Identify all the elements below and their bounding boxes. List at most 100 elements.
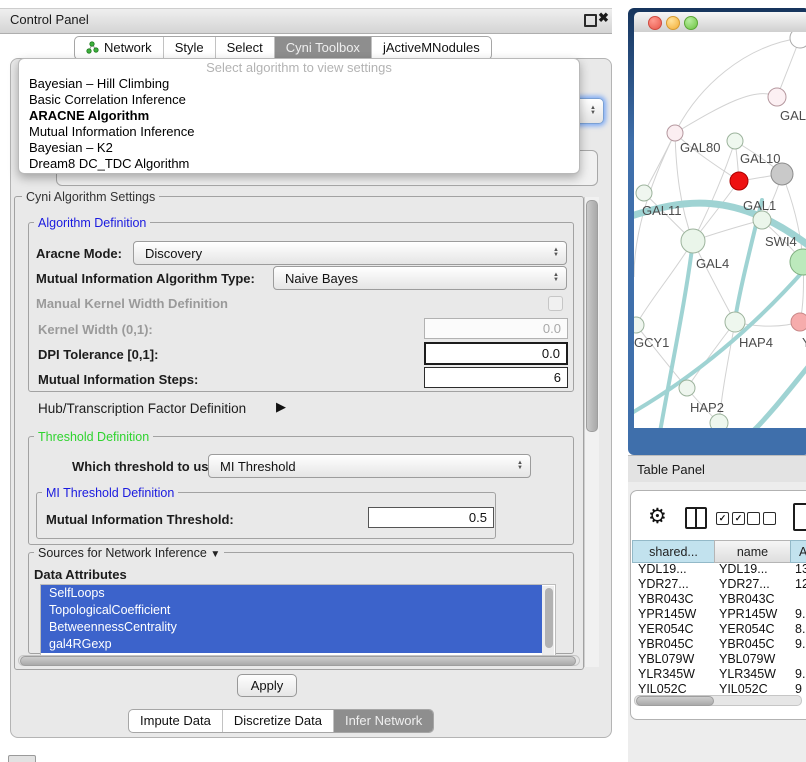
tab-style[interactable]: Style bbox=[164, 37, 216, 59]
network-node-label: Y bbox=[802, 335, 806, 350]
column-header-name[interactable]: name bbox=[714, 540, 791, 563]
collapsed-panel-icon[interactable] bbox=[8, 755, 36, 762]
network-node[interactable] bbox=[768, 88, 786, 106]
network-node[interactable] bbox=[753, 211, 771, 229]
settings-horizontal-scrollbar[interactable] bbox=[18, 655, 580, 666]
aracne-mode-combo[interactable]: Discovery ▲▼ bbox=[133, 241, 567, 265]
table-row[interactable]: YLR345WYLR345W9. bbox=[632, 667, 806, 682]
column-header-partial[interactable]: A bbox=[790, 540, 806, 563]
tab-style-label: Style bbox=[175, 40, 204, 55]
network-node[interactable] bbox=[790, 32, 806, 48]
column-header-shared-name[interactable]: shared... bbox=[632, 540, 715, 563]
tab-impute-data[interactable]: Impute Data bbox=[129, 710, 223, 732]
table-cell: YBL079W bbox=[713, 652, 789, 667]
table-row[interactable]: YPR145WYPR145W9. bbox=[632, 607, 806, 622]
settings-vertical-scrollbar-thumb[interactable] bbox=[586, 200, 598, 432]
new-table-icon[interactable] bbox=[793, 503, 806, 531]
mi-algorithm-type-combo[interactable]: Naive Bayes ▲▼ bbox=[273, 266, 567, 290]
manual-kernel-checkbox[interactable] bbox=[548, 296, 563, 311]
table-row[interactable]: YDL19...YDL19...13 bbox=[632, 562, 806, 577]
table-horizontal-scrollbar[interactable] bbox=[634, 695, 802, 706]
network-node[interactable] bbox=[634, 317, 644, 333]
attributes-list-scrollbar-thumb[interactable] bbox=[545, 588, 553, 648]
expand-right-icon[interactable]: ▶ bbox=[276, 399, 286, 415]
dropdown-item[interactable]: Bayesian – Hill Climbing bbox=[19, 76, 579, 92]
close-icon[interactable]: ✖ bbox=[598, 10, 609, 26]
deselect-all-icon[interactable] bbox=[747, 512, 776, 525]
sources-title[interactable]: Sources for Network Inference ▼ bbox=[34, 546, 224, 560]
table-horizontal-scrollbar-thumb[interactable] bbox=[636, 696, 714, 706]
settings-horizontal-scrollbar-thumb[interactable] bbox=[20, 656, 576, 666]
network-window-titlebar[interactable] bbox=[634, 12, 806, 33]
attribute-list-item[interactable]: TopologicalCoefficient bbox=[41, 602, 542, 619]
dropdown-item[interactable]: ARACNE Algorithm bbox=[19, 108, 579, 124]
table-row[interactable]: YBR043CYBR043C bbox=[632, 592, 806, 607]
hub-definition-label[interactable]: Hub/Transcription Factor Definition bbox=[38, 401, 246, 416]
tab-select[interactable]: Select bbox=[216, 37, 275, 59]
checked-box-icon: ✓ bbox=[716, 512, 729, 525]
float-window-icon[interactable] bbox=[584, 14, 597, 27]
table-cell: YDL19... bbox=[713, 562, 789, 577]
mac-minimize-button[interactable] bbox=[666, 16, 680, 30]
mi-steps-field[interactable]: 6 bbox=[424, 367, 568, 388]
dropdown-item[interactable]: Basic Correlation Inference bbox=[19, 92, 579, 108]
mac-close-button[interactable] bbox=[648, 16, 662, 30]
table-row[interactable]: YDR27...YDR27...12 bbox=[632, 577, 806, 592]
mi-algorithm-type-label: Mutual Information Algorithm Type: bbox=[36, 271, 255, 286]
network-node[interactable] bbox=[725, 312, 745, 332]
tab-discretize-data[interactable]: Discretize Data bbox=[223, 710, 334, 732]
dropdown-item[interactable]: Mutual Information Inference bbox=[19, 124, 579, 140]
table-cell: YBR045C bbox=[713, 637, 789, 652]
data-attributes-list[interactable]: SelfLoopsTopologicalCoefficientBetweenne… bbox=[40, 584, 556, 658]
apply-button[interactable]: Apply bbox=[237, 674, 297, 697]
table-cell: YIL052C bbox=[713, 682, 789, 693]
dropdown-item[interactable]: Bayesian – K2 bbox=[19, 140, 579, 156]
tab-infer-network[interactable]: Infer Network bbox=[334, 710, 433, 732]
network-node[interactable] bbox=[727, 133, 743, 149]
node-table-rows[interactable]: YDL19...YDL19...13YDR27...YDR27...12YBR0… bbox=[632, 562, 806, 693]
network-node[interactable] bbox=[771, 163, 793, 185]
network-node-label: GAL4 bbox=[696, 256, 729, 271]
which-threshold-combo[interactable]: MI Threshold ▲▼ bbox=[208, 454, 531, 478]
table-row[interactable]: YER054CYER054C8. bbox=[632, 622, 806, 637]
tab-discretize-data-label: Discretize Data bbox=[234, 713, 322, 728]
table-row[interactable]: YBR045CYBR045C9. bbox=[632, 637, 806, 652]
table-cell bbox=[789, 592, 806, 607]
dpi-tolerance-field[interactable]: 0.0 bbox=[424, 342, 568, 365]
tab-select-label: Select bbox=[227, 40, 263, 55]
network-node[interactable] bbox=[790, 249, 806, 275]
tab-jactivemnodules-label: jActiveMNodules bbox=[383, 40, 480, 55]
gear-icon[interactable]: ⚙ bbox=[648, 504, 667, 529]
control-panel-tab-bar: Network Style Select Cyni Toolbox jActiv… bbox=[74, 36, 492, 60]
attribute-list-item[interactable]: SelfLoops bbox=[41, 585, 542, 602]
control-panel-title: Control Panel bbox=[10, 12, 89, 27]
tab-network[interactable]: Network bbox=[75, 37, 164, 59]
attribute-list-item[interactable]: gal4RGexp bbox=[41, 636, 542, 653]
table-cell: YDR27... bbox=[713, 577, 789, 592]
table-row[interactable]: YIL052CYIL052C9 bbox=[632, 682, 806, 693]
mac-zoom-button[interactable] bbox=[684, 16, 698, 30]
table-row[interactable]: YBL079WYBL079W bbox=[632, 652, 806, 667]
algorithm-dropdown-list: Bayesian – Hill ClimbingBasic Correlatio… bbox=[19, 76, 579, 172]
which-threshold-value: MI Threshold bbox=[220, 459, 296, 474]
network-node[interactable] bbox=[679, 380, 695, 396]
network-node[interactable] bbox=[791, 313, 806, 331]
tab-cyni-toolbox[interactable]: Cyni Toolbox bbox=[275, 37, 372, 59]
network-node[interactable] bbox=[681, 229, 705, 253]
table-cell: 9. bbox=[789, 637, 806, 652]
network-node[interactable] bbox=[730, 172, 748, 190]
table-cell: YBR045C bbox=[632, 637, 713, 652]
column-browser-icon[interactable] bbox=[685, 507, 707, 529]
dropdown-item[interactable]: Dream8 DC_TDC Algorithm bbox=[19, 156, 579, 172]
kernel-width-field[interactable]: 0.0 bbox=[424, 318, 568, 339]
select-all-icon[interactable]: ✓ ✓ bbox=[716, 512, 745, 525]
network-node[interactable] bbox=[636, 185, 652, 201]
network-node-label: GAL1 bbox=[743, 198, 776, 213]
attribute-list-item[interactable]: BetweennessCentrality bbox=[41, 619, 542, 636]
network-node[interactable] bbox=[667, 125, 683, 141]
network-node-label: GAL80 bbox=[680, 140, 720, 155]
mi-threshold-field[interactable]: 0.5 bbox=[368, 507, 494, 528]
tab-jactivemnodules[interactable]: jActiveMNodules bbox=[372, 37, 491, 59]
network-canvas[interactable]: GALGAL80GAL10GAL1GAL11SWI4GAL4GCY1HAP4YH… bbox=[634, 32, 806, 428]
network-node[interactable] bbox=[710, 414, 728, 428]
